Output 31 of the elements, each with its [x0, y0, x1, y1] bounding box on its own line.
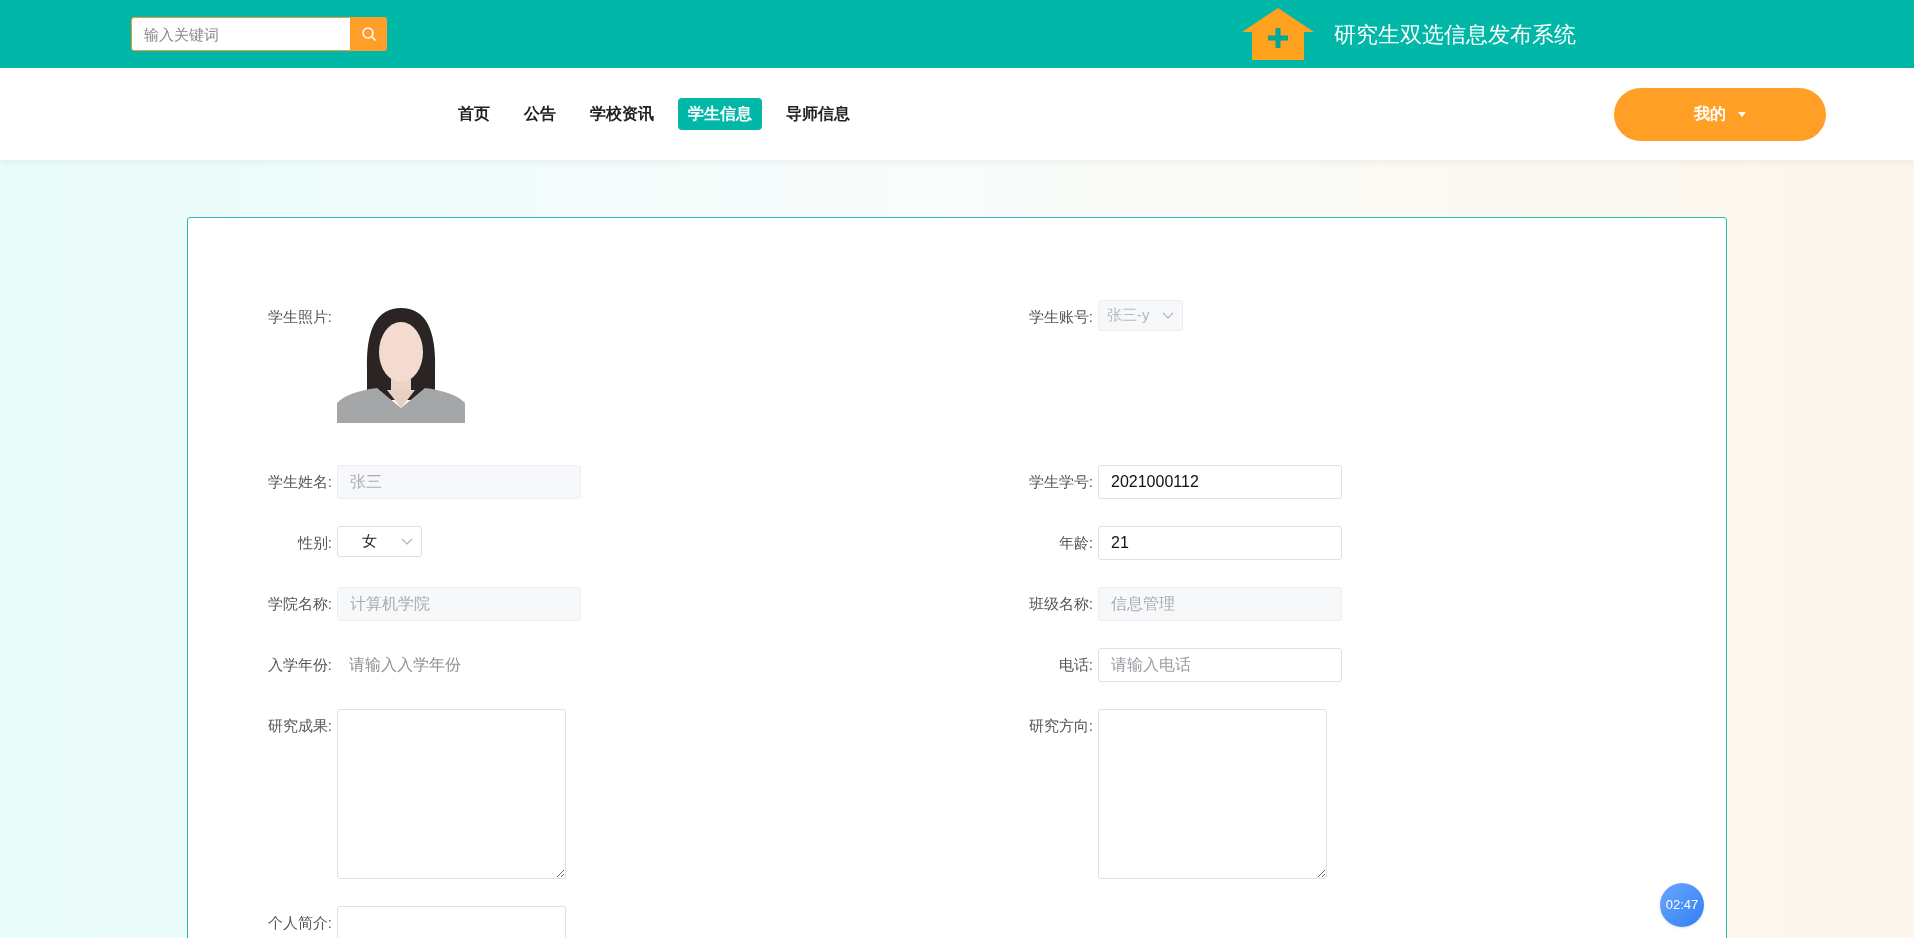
field-label: 年龄: [1057, 533, 1094, 553]
field-label: 个人简介: [266, 913, 333, 933]
chevron-down-icon [1162, 311, 1174, 320]
nav-tab[interactable]: 学校资讯 [580, 98, 664, 130]
nav-tab[interactable]: 导师信息 [776, 98, 860, 130]
field-label: 入学年份: [266, 655, 333, 675]
caret-icon [1738, 111, 1746, 117]
field-label: 学生学号: [1027, 472, 1094, 492]
input-field[interactable]: 请输入入学年份 [337, 648, 581, 682]
field-label: 班级名称: [1027, 594, 1094, 614]
search-button[interactable] [351, 17, 387, 51]
site-title: 研究生双选信息发布系统 [1334, 20, 1576, 49]
field-label: 电话: [1057, 655, 1094, 675]
select-field[interactable]: 女 [337, 526, 422, 557]
input-field[interactable]: 请输入电话 [1098, 648, 1342, 682]
field-label: 研究方向: [1027, 716, 1094, 736]
text-area[interactable] [337, 709, 566, 879]
text-area[interactable] [1098, 709, 1327, 879]
search-field[interactable]: 输入关键词 [131, 17, 351, 51]
search-icon [361, 26, 377, 42]
input-field[interactable]: 21 [1098, 526, 1342, 560]
chevron-down-icon [401, 537, 413, 546]
input-field[interactable]: 2021000112 [1098, 465, 1342, 499]
field-label: 学生账号: [1027, 307, 1094, 327]
nav-tab[interactable]: 公告 [514, 98, 566, 130]
nav-tab[interactable]: 首页 [448, 98, 500, 130]
field-label: 学生照片: [266, 307, 333, 327]
field-label: 性别: [296, 533, 333, 553]
field-label: 学院名称: [266, 594, 333, 614]
field-label: 研究成果: [266, 716, 333, 736]
field-label: 学生姓名: [266, 472, 333, 492]
